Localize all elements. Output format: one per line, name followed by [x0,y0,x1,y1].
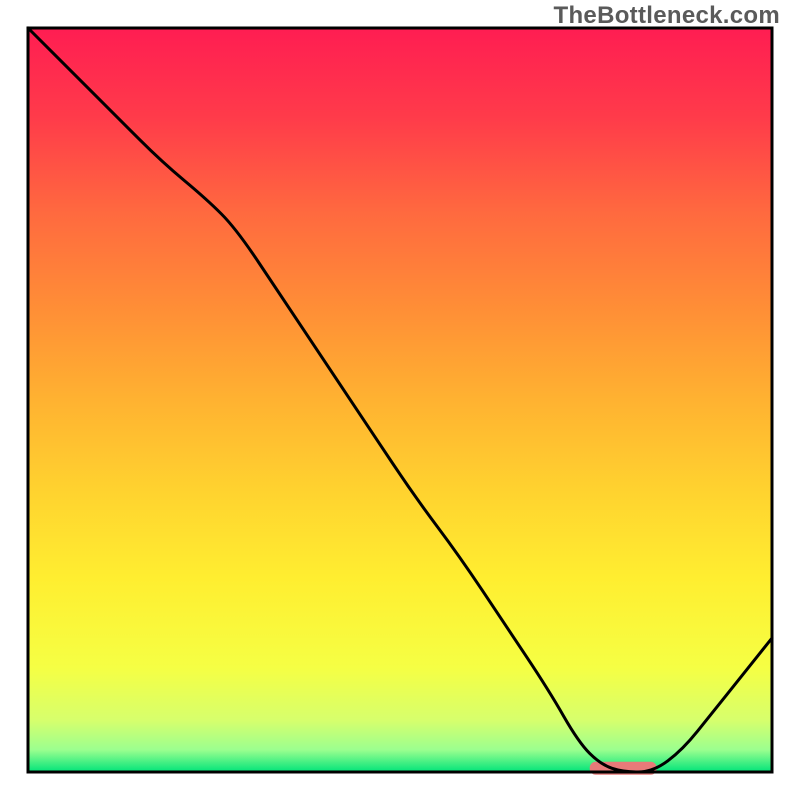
watermark-text: TheBottleneck.com [554,2,780,30]
bottleneck-chart [0,0,800,800]
chart-container: { "watermark": "TheBottleneck.com", "cha… [0,0,800,800]
